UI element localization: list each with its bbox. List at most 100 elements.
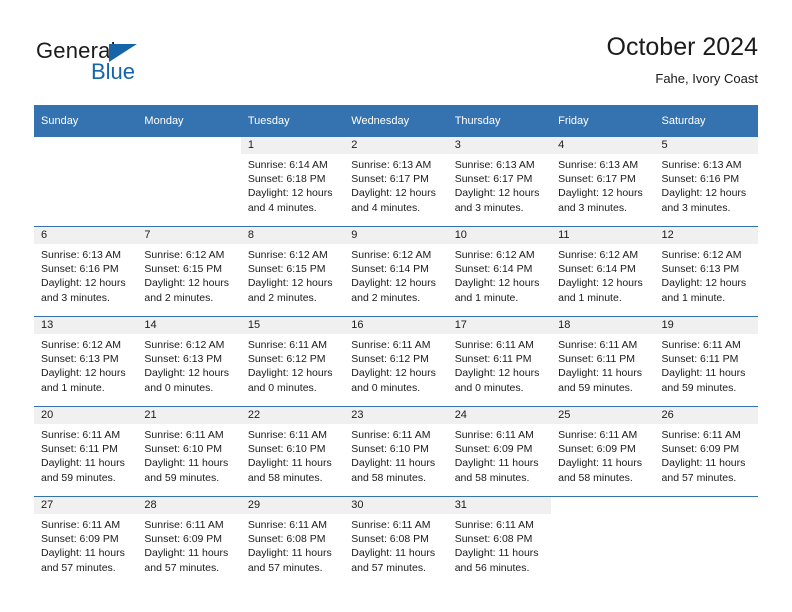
day-cell[interactable]: 9 Sunrise: 6:12 AM Sunset: 6:14 PM Dayli… — [344, 226, 448, 317]
daylight-text: Daylight: 11 hours and 58 minutes. — [351, 457, 436, 484]
day-info: Sunrise: 6:11 AM Sunset: 6:10 PM Dayligh… — [344, 424, 447, 485]
day-cell[interactable]: 25 Sunrise: 6:11 AM Sunset: 6:09 PM Dayl… — [551, 406, 655, 497]
day-cell-inner: 20 Sunrise: 6:11 AM Sunset: 6:11 PM Dayl… — [34, 407, 138, 496]
day-cell-inner: 17 Sunrise: 6:11 AM Sunset: 6:11 PM Dayl… — [447, 317, 552, 406]
day-cell[interactable]: 6 Sunrise: 6:13 AM Sunset: 6:16 PM Dayli… — [34, 226, 138, 317]
day-cell[interactable]: 28 Sunrise: 6:11 AM Sunset: 6:09 PM Dayl… — [137, 496, 241, 586]
daylight-text: Daylight: 12 hours and 2 minutes. — [144, 277, 230, 304]
day-info: Sunrise: 6:11 AM Sunset: 6:12 PM Dayligh… — [344, 334, 447, 395]
day-cell-inner: 4 Sunrise: 6:13 AM Sunset: 6:17 PM Dayli… — [551, 137, 655, 226]
day-cell-inner: 22 Sunrise: 6:11 AM Sunset: 6:10 PM Dayl… — [240, 407, 345, 496]
sunrise-text: Sunrise: 6:12 AM — [558, 249, 639, 261]
day-cell[interactable]: 22 Sunrise: 6:11 AM Sunset: 6:10 PM Dayl… — [240, 406, 345, 497]
day-cell[interactable]: 1 Sunrise: 6:14 AM Sunset: 6:18 PM Dayli… — [240, 137, 345, 227]
day-cell[interactable]: 7 Sunrise: 6:12 AM Sunset: 6:15 PM Dayli… — [137, 226, 241, 317]
week-row: 27 Sunrise: 6:11 AM Sunset: 6:09 PM Dayl… — [34, 496, 758, 586]
daylight-text: Daylight: 11 hours and 57 minutes. — [41, 547, 125, 574]
sunset-text: Sunset: 6:09 PM — [454, 443, 533, 456]
day-number: 7 — [137, 227, 241, 244]
day-info: Sunrise: 6:11 AM Sunset: 6:08 PM Dayligh… — [344, 514, 447, 575]
sunrise-text: Sunrise: 6:12 AM — [144, 249, 225, 261]
day-cell[interactable]: 17 Sunrise: 6:11 AM Sunset: 6:11 PM Dayl… — [447, 316, 552, 407]
day-cell[interactable]: 10 Sunrise: 6:12 AM Sunset: 6:14 PM Dayl… — [447, 226, 552, 317]
day-cell[interactable]: 13 Sunrise: 6:12 AM Sunset: 6:13 PM Dayl… — [34, 316, 138, 407]
day-cell[interactable]: 8 Sunrise: 6:12 AM Sunset: 6:15 PM Dayli… — [240, 226, 345, 317]
day-number: 2 — [344, 137, 448, 154]
title-block: October 2024 Fahe, Ivory Coast — [607, 32, 759, 87]
day-cell-inner: 23 Sunrise: 6:11 AM Sunset: 6:10 PM Dayl… — [344, 407, 448, 496]
day-number: 17 — [447, 317, 552, 334]
daylight-text: Daylight: 12 hours and 3 minutes. — [558, 187, 643, 214]
day-cell[interactable]: 16 Sunrise: 6:11 AM Sunset: 6:12 PM Dayl… — [344, 316, 448, 407]
daylight-text: Daylight: 11 hours and 58 minutes. — [247, 457, 332, 484]
sunset-text: Sunset: 6:10 PM — [351, 443, 429, 456]
daylight-text: Daylight: 11 hours and 58 minutes. — [558, 457, 642, 484]
day-cell[interactable]: 15 Sunrise: 6:11 AM Sunset: 6:12 PM Dayl… — [240, 316, 345, 407]
day-cell-inner: 15 Sunrise: 6:11 AM Sunset: 6:12 PM Dayl… — [240, 317, 345, 406]
day-cell[interactable]: 20 Sunrise: 6:11 AM Sunset: 6:11 PM Dayl… — [34, 406, 138, 497]
day-cell[interactable]: 29 Sunrise: 6:11 AM Sunset: 6:08 PM Dayl… — [240, 496, 345, 586]
daylight-text: Daylight: 12 hours and 3 minutes. — [41, 277, 126, 304]
day-cell[interactable] — [34, 137, 138, 227]
day-info: Sunrise: 6:11 AM Sunset: 6:11 PM Dayligh… — [551, 334, 654, 395]
day-cell[interactable]: 30 Sunrise: 6:11 AM Sunset: 6:08 PM Dayl… — [344, 496, 448, 586]
sunset-text: Sunset: 6:08 PM — [351, 533, 429, 546]
day-cell-inner: 18 Sunrise: 6:11 AM Sunset: 6:11 PM Dayl… — [551, 317, 655, 406]
day-cell[interactable] — [551, 496, 655, 586]
day-cell[interactable]: 14 Sunrise: 6:12 AM Sunset: 6:13 PM Dayl… — [137, 316, 241, 407]
day-info: Sunrise: 6:11 AM Sunset: 6:09 PM Dayligh… — [551, 424, 654, 485]
day-cell[interactable] — [137, 137, 241, 227]
day-cell[interactable]: 4 Sunrise: 6:13 AM Sunset: 6:17 PM Dayli… — [551, 137, 655, 227]
day-cell[interactable]: 27 Sunrise: 6:11 AM Sunset: 6:09 PM Dayl… — [34, 496, 138, 586]
day-cell[interactable]: 12 Sunrise: 6:12 AM Sunset: 6:13 PM Dayl… — [654, 226, 758, 317]
day-number: 20 — [34, 407, 138, 424]
day-cell[interactable]: 5 Sunrise: 6:13 AM Sunset: 6:16 PM Dayli… — [654, 137, 758, 227]
sunset-text: Sunset: 6:16 PM — [661, 173, 740, 186]
day-number — [654, 497, 758, 514]
day-cell[interactable]: 18 Sunrise: 6:11 AM Sunset: 6:11 PM Dayl… — [551, 316, 655, 407]
day-cell[interactable]: 19 Sunrise: 6:11 AM Sunset: 6:11 PM Dayl… — [654, 316, 758, 407]
sunset-text: Sunset: 6:15 PM — [247, 263, 326, 276]
day-info: Sunrise: 6:13 AM Sunset: 6:16 PM Dayligh… — [655, 154, 758, 215]
day-cell-inner: 26 Sunrise: 6:11 AM Sunset: 6:09 PM Dayl… — [654, 407, 758, 496]
daylight-text: Daylight: 12 hours and 0 minutes. — [351, 367, 436, 394]
day-info: Sunrise: 6:11 AM Sunset: 6:08 PM Dayligh… — [448, 514, 551, 575]
daylight-text: Daylight: 11 hours and 59 minutes. — [144, 457, 229, 484]
location-subtitle: Fahe, Ivory Coast — [655, 71, 758, 86]
day-cell-inner: 2 Sunrise: 6:13 AM Sunset: 6:17 PM Dayli… — [344, 137, 448, 226]
day-number: 19 — [654, 317, 758, 334]
day-cell[interactable]: 24 Sunrise: 6:11 AM Sunset: 6:09 PM Dayl… — [447, 406, 552, 497]
sunset-text: Sunset: 6:10 PM — [247, 443, 326, 456]
day-info: Sunrise: 6:12 AM Sunset: 6:15 PM Dayligh… — [241, 244, 344, 305]
sunrise-text: Sunrise: 6:13 AM — [41, 249, 121, 261]
sunrise-text: Sunrise: 6:11 AM — [351, 519, 431, 531]
day-number: 1 — [240, 137, 345, 154]
daylight-text: Daylight: 12 hours and 4 minutes. — [351, 187, 436, 214]
day-cell[interactable]: 21 Sunrise: 6:11 AM Sunset: 6:10 PM Dayl… — [137, 406, 241, 497]
general-blue-logo[interactable]: General Blue — [36, 38, 296, 90]
sunset-text: Sunset: 6:17 PM — [454, 173, 533, 186]
day-cell[interactable]: 23 Sunrise: 6:11 AM Sunset: 6:10 PM Dayl… — [344, 406, 448, 497]
day-cell[interactable] — [654, 496, 758, 586]
day-info: Sunrise: 6:11 AM Sunset: 6:10 PM Dayligh… — [241, 424, 344, 485]
day-cell[interactable]: 26 Sunrise: 6:11 AM Sunset: 6:09 PM Dayl… — [654, 406, 758, 497]
day-cell[interactable]: 3 Sunrise: 6:13 AM Sunset: 6:17 PM Dayli… — [447, 137, 552, 227]
sunrise-text: Sunrise: 6:11 AM — [454, 339, 534, 351]
day-cell[interactable]: 11 Sunrise: 6:12 AM Sunset: 6:14 PM Dayl… — [551, 226, 655, 317]
day-cell-inner: 12 Sunrise: 6:12 AM Sunset: 6:13 PM Dayl… — [654, 227, 758, 316]
sunset-text: Sunset: 6:09 PM — [41, 533, 119, 546]
day-cell[interactable]: 31 Sunrise: 6:11 AM Sunset: 6:08 PM Dayl… — [447, 496, 552, 586]
day-info: Sunrise: 6:11 AM Sunset: 6:11 PM Dayligh… — [655, 334, 758, 395]
day-info: Sunrise: 6:11 AM Sunset: 6:09 PM Dayligh… — [655, 424, 758, 485]
day-cell[interactable]: 2 Sunrise: 6:13 AM Sunset: 6:17 PM Dayli… — [344, 137, 448, 227]
day-cell-inner: 29 Sunrise: 6:11 AM Sunset: 6:08 PM Dayl… — [240, 497, 345, 586]
logo-text-blue: Blue — [91, 59, 136, 84]
day-info: Sunrise: 6:12 AM Sunset: 6:14 PM Dayligh… — [551, 244, 654, 305]
daylight-text: Daylight: 11 hours and 58 minutes. — [454, 457, 539, 484]
day-info: Sunrise: 6:11 AM Sunset: 6:11 PM Dayligh… — [448, 334, 551, 395]
sunset-text: Sunset: 6:12 PM — [247, 353, 326, 366]
day-number: 21 — [137, 407, 241, 424]
daylight-text: Daylight: 11 hours and 59 minutes. — [558, 367, 642, 394]
day-cell-inner — [551, 497, 655, 586]
day-cell-inner: 10 Sunrise: 6:12 AM Sunset: 6:14 PM Dayl… — [447, 227, 552, 316]
